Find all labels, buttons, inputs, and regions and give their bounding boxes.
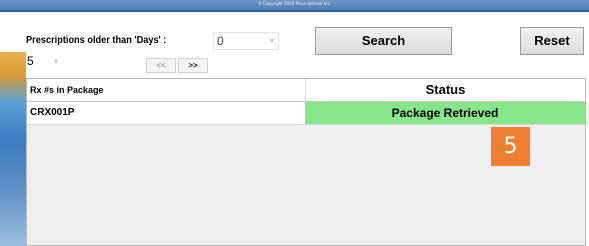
rx-number-cell: CRX001P [30, 107, 75, 118]
reset-button[interactable]: Reset [520, 27, 584, 55]
step-number-badge: 5 [491, 127, 530, 166]
banner-divider [0, 10, 589, 12]
next-page-button[interactable]: >> [178, 58, 208, 73]
table-row[interactable]: CRX001P Package Retrieved [27, 102, 585, 125]
days-select[interactable]: 0 ▾ [213, 32, 279, 50]
column-header-status[interactable]: Status [305, 79, 585, 101]
older-than-days-label: Prescriptions older than 'Days' : [26, 35, 167, 46]
grid-header: Rx #s in Package Status [27, 79, 585, 102]
page-select[interactable]: 5 ▾ [26, 54, 62, 69]
previous-page-button[interactable]: << [146, 58, 176, 73]
search-button[interactable]: Search [315, 27, 452, 55]
page-select-value: 5 [27, 54, 34, 68]
top-banner: © Copyright 2016 Prescriptional Inc. [0, 0, 589, 10]
column-header-rx[interactable]: Rx #s in Package [30, 79, 305, 101]
status-cell: Package Retrieved [305, 102, 585, 124]
copyright-text: © Copyright 2016 Prescriptional Inc. [257, 1, 332, 6]
chevron-down-icon: ▾ [269, 36, 274, 45]
days-select-value: 0 [217, 34, 224, 48]
side-decoration [0, 52, 26, 246]
chevron-down-icon: ▾ [53, 57, 58, 66]
